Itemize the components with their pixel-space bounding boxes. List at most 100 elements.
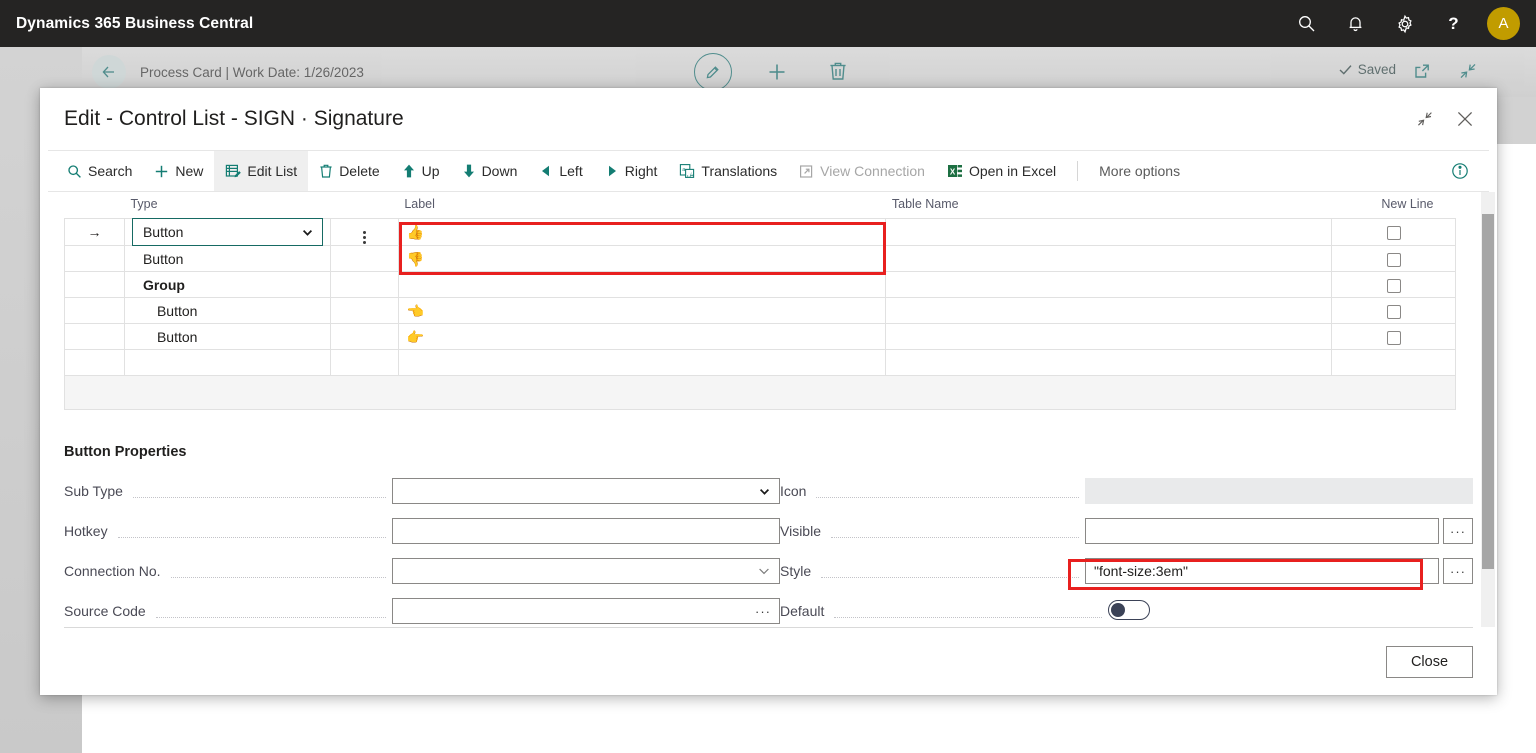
row-selector[interactable]	[64, 323, 125, 350]
row-actions-menu[interactable]	[329, 218, 399, 246]
toolbar-up-button[interactable]: Up	[391, 151, 451, 191]
close-icon[interactable]	[1449, 103, 1481, 135]
toolbar-new-button[interactable]: New	[143, 151, 214, 191]
bell-icon[interactable]	[1331, 0, 1380, 47]
new-line-checkbox[interactable]	[1386, 304, 1401, 319]
row-new-line-cell[interactable]	[1331, 297, 1456, 324]
table-row[interactable]: Button 👎	[64, 245, 1456, 272]
row-table-name-cell[interactable]	[885, 218, 1333, 246]
style-assist-edit-button[interactable]: ···	[1443, 558, 1473, 584]
restore-down-button[interactable]	[1409, 103, 1441, 135]
table-row[interactable]: → Button 👍	[64, 218, 1456, 246]
row-label-cell[interactable]	[397, 271, 887, 298]
row-label-cell[interactable]: 👎	[397, 245, 887, 272]
grid-col-new-line[interactable]: New Line	[1332, 194, 1456, 219]
vertical-scrollbar[interactable]	[1481, 192, 1495, 627]
control-list-grid: Type Label Table Name New Line → Button …	[64, 194, 1456, 376]
row-actions-menu[interactable]	[329, 245, 399, 272]
row-table-name-cell[interactable]	[885, 323, 1333, 350]
table-row[interactable]: Button 👈	[64, 297, 1456, 324]
row-table-name-cell[interactable]	[885, 245, 1333, 272]
style-input[interactable]: "font-size:3em"	[1085, 558, 1439, 584]
sub-type-dropdown[interactable]	[392, 478, 780, 504]
grid-col-actions	[330, 194, 398, 219]
grid-col-table-name[interactable]: Table Name	[886, 194, 1332, 219]
table-row[interactable]	[64, 349, 1456, 376]
row-type-cell[interactable]: Button	[123, 245, 331, 272]
new-line-checkbox[interactable]	[1386, 226, 1401, 241]
toolbar-search-button[interactable]: Search	[56, 151, 143, 191]
connection-no-lookup[interactable]	[392, 558, 780, 584]
dialog-toolbar: Search New Edit List Delete Up Down Left…	[48, 150, 1489, 192]
row-type-cell[interactable]: Button	[123, 218, 331, 246]
dialog-footer: Close	[64, 627, 1473, 695]
info-icon[interactable]	[1451, 151, 1473, 191]
row-new-line-cell[interactable]	[1331, 218, 1456, 246]
toolbar-down-button[interactable]: Down	[451, 151, 529, 191]
row-label-cell[interactable]: 👈	[397, 297, 887, 324]
row-actions-menu[interactable]	[329, 297, 399, 324]
shrink-icon[interactable]	[1458, 61, 1478, 81]
toolbar-left-button[interactable]: Left	[528, 151, 593, 191]
help-icon[interactable]: ?	[1429, 0, 1478, 47]
dot-leader	[834, 616, 1103, 618]
new-line-checkbox[interactable]	[1386, 330, 1401, 345]
row-selector[interactable]	[64, 245, 125, 272]
gear-icon[interactable]	[1380, 0, 1429, 47]
toolbar-open-in-excel-button[interactable]: X Open in Excel	[936, 151, 1067, 191]
default-toggle[interactable]	[1108, 600, 1151, 620]
row-table-name-cell[interactable]	[885, 271, 1333, 298]
row-new-line-cell[interactable]	[1331, 245, 1456, 272]
row-new-line-cell[interactable]	[1331, 323, 1456, 350]
row-selector[interactable]	[64, 271, 125, 298]
row-type-cell[interactable]: Button	[123, 297, 331, 324]
open-in-new-icon[interactable]	[1412, 61, 1432, 81]
breadcrumb: Process Card | Work Date: 1/26/2023	[140, 64, 364, 80]
back-arrow-icon[interactable]	[92, 55, 126, 89]
close-button[interactable]: Close	[1386, 645, 1473, 678]
plus-icon[interactable]	[766, 61, 788, 83]
scrollbar-thumb[interactable]	[1482, 214, 1494, 569]
field-default: Default	[780, 598, 1473, 624]
toolbar-translations-button[interactable]: a ش Translations	[668, 151, 788, 191]
toolbar-delete-button[interactable]: Delete	[308, 151, 390, 191]
toolbar-more-options-button[interactable]: More options	[1088, 151, 1191, 191]
saved-status: Saved	[1338, 62, 1396, 77]
row-table-name-cell[interactable]	[885, 349, 1333, 376]
row-selector[interactable]	[64, 349, 125, 376]
new-line-checkbox[interactable]	[1386, 278, 1401, 293]
search-icon	[67, 164, 82, 179]
source-code-assist-edit-button[interactable]: ···	[755, 604, 771, 619]
table-row[interactable]: Button 👉	[64, 323, 1456, 350]
row-label-cell[interactable]: 👍	[397, 218, 887, 246]
row-actions-menu[interactable]	[329, 323, 399, 350]
row-label-cell[interactable]	[397, 349, 887, 376]
row-type-cell[interactable]: Group	[123, 271, 331, 298]
visible-input[interactable]	[1085, 518, 1439, 544]
row-type-cell[interactable]	[123, 349, 331, 376]
grid-col-type[interactable]: Type	[124, 194, 330, 219]
row-actions-menu[interactable]	[329, 271, 399, 298]
pencil-icon[interactable]	[694, 53, 732, 91]
toolbar-right-button[interactable]: Right	[594, 151, 669, 191]
row-type-cell[interactable]: Button	[123, 323, 331, 350]
type-dropdown[interactable]: Button	[131, 218, 323, 246]
avatar[interactable]: A	[1480, 0, 1527, 47]
source-code-input[interactable]: ···	[392, 598, 780, 624]
row-label-cell[interactable]: 👉	[397, 323, 887, 350]
table-row[interactable]: Group	[64, 271, 1456, 298]
grid-col-label[interactable]: Label	[398, 194, 886, 219]
trash-icon[interactable]	[828, 60, 848, 82]
visible-assist-edit-button[interactable]: ···	[1443, 518, 1473, 544]
row-actions-menu[interactable]	[329, 349, 399, 376]
hotkey-input[interactable]	[392, 518, 780, 544]
toolbar-view-connection-button: View Connection	[788, 151, 936, 191]
row-new-line-cell[interactable]	[1331, 349, 1456, 376]
toolbar-edit-list-button[interactable]: Edit List	[214, 151, 309, 191]
row-selector[interactable]	[64, 297, 125, 324]
new-line-checkbox[interactable]	[1386, 252, 1401, 267]
row-selector[interactable]: →	[64, 218, 125, 246]
row-new-line-cell[interactable]	[1331, 271, 1456, 298]
row-table-name-cell[interactable]	[885, 297, 1333, 324]
search-icon[interactable]	[1282, 0, 1331, 47]
